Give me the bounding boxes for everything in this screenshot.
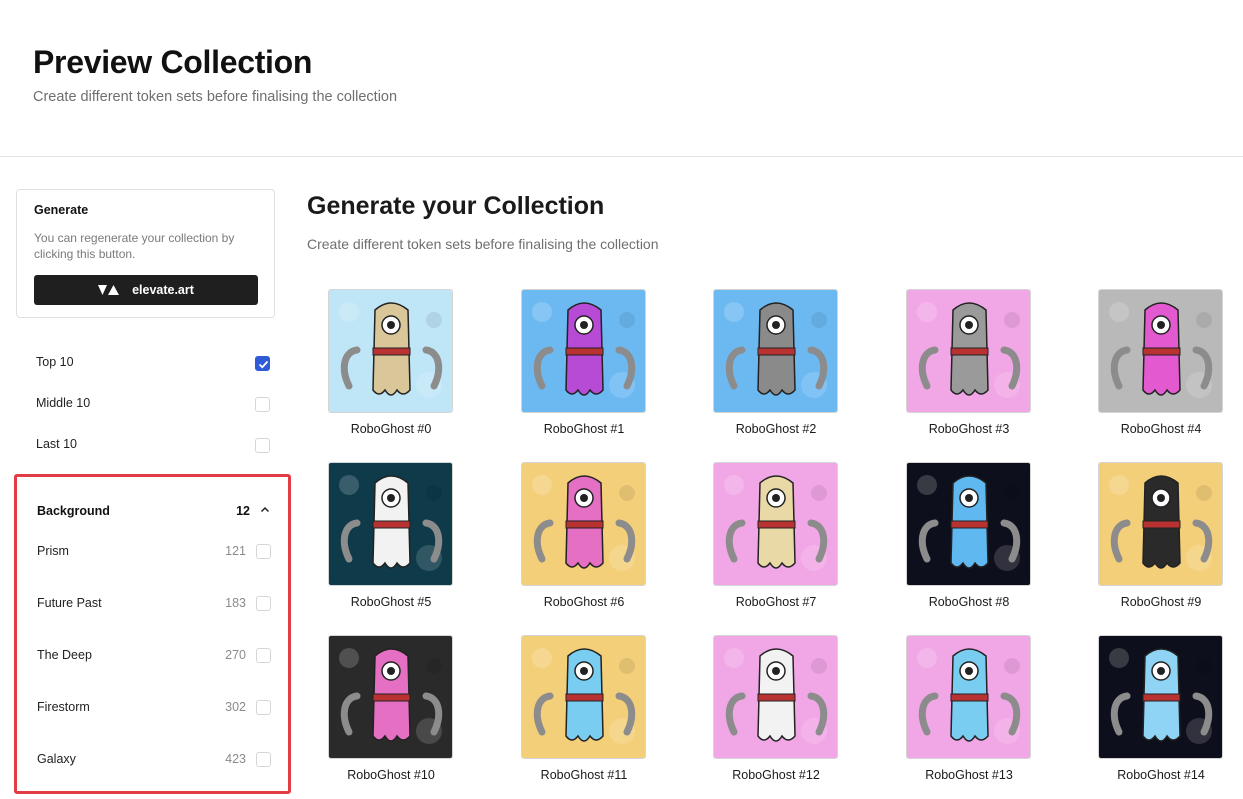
token-card[interactable]: RoboGhost #12 [700,635,840,795]
token-image [713,462,838,586]
token-name: RoboGhost #4 [1120,422,1202,436]
token-image [521,635,646,759]
background-option-row[interactable]: Prism 121 [17,538,288,564]
token-name: RoboGhost #11 [540,768,628,782]
background-option-count: 183 [225,596,246,610]
token-card[interactable]: RoboGhost #10 [315,635,455,795]
token-image [906,462,1031,586]
token-image [328,635,453,759]
token-name: RoboGhost #8 [928,595,1010,609]
page-header: Preview Collection Create different toke… [0,0,1243,157]
background-option-count: 302 [225,700,246,714]
token-name: RoboGhost #7 [735,595,817,609]
background-option-label: Prism [37,544,69,558]
rank-filter-label: Top 10 [36,355,74,369]
collection-subtitle: Create different token sets before final… [307,236,659,252]
token-card[interactable]: RoboGhost #14 [1085,635,1225,795]
token-name: RoboGhost #6 [543,595,625,609]
generate-description: You can regenerate your collection by cl… [34,231,235,261]
token-card[interactable]: RoboGhost #8 [893,462,1033,622]
background-option-count: 121 [225,544,246,558]
token-card[interactable]: RoboGhost #7 [700,462,840,622]
token-card[interactable]: RoboGhost #2 [700,289,840,449]
rank-filter-label: Last 10 [36,437,78,451]
background-option-label: The Deep [37,648,92,662]
token-card[interactable]: RoboGhost #6 [508,462,648,622]
token-card[interactable]: RoboGhost #4 [1085,289,1225,449]
token-name: RoboGhost #5 [350,595,432,609]
background-option-label: Firestorm [37,700,90,714]
token-name: RoboGhost #0 [350,422,432,436]
background-option-row[interactable]: Galaxy 423 [17,746,288,772]
generate-title: Generate [34,203,89,217]
token-card[interactable]: RoboGhost #13 [893,635,1033,795]
background-option-row[interactable]: Future Past 183 [17,590,288,616]
rank-filter-row[interactable]: Middle 10 [16,391,275,417]
rank-filter-checkbox[interactable] [255,397,270,412]
token-card[interactable]: RoboGhost #5 [315,462,455,622]
elevate-button-label: elevate.art [132,283,194,297]
token-card[interactable]: RoboGhost #0 [315,289,455,449]
elevate-logo-icon [98,285,120,295]
background-option-checkbox[interactable] [256,752,271,767]
background-option-label: Galaxy [37,752,76,766]
token-image [906,635,1031,759]
token-image [713,635,838,759]
token-image [1098,289,1223,413]
token-name: RoboGhost #10 [347,768,435,782]
background-option-checkbox[interactable] [256,700,271,715]
rank-filter-label: Middle 10 [36,396,91,410]
token-card[interactable]: RoboGhost #1 [508,289,648,449]
token-name: RoboGhost #13 [925,768,1013,782]
rank-filter-row[interactable]: Last 10 [16,432,275,458]
page-title: Preview Collection [33,44,313,80]
page-subtitle: Create different token sets before final… [33,89,398,105]
token-image [328,462,453,586]
token-image [906,289,1031,413]
token-name: RoboGhost #12 [732,768,820,782]
token-name: RoboGhost #2 [735,422,817,436]
background-option-label: Future Past [37,596,102,610]
token-name: RoboGhost #14 [1117,768,1205,782]
rank-filter-row[interactable]: Top 10 [16,350,275,376]
background-option-checkbox[interactable] [256,648,271,663]
token-image [1098,462,1223,586]
filter-trait-count: 12 [236,504,250,518]
collection-title: Generate your Collection [307,192,605,220]
background-option-checkbox[interactable] [256,544,271,559]
token-image [521,289,646,413]
token-image [713,289,838,413]
background-option-checkbox[interactable] [256,596,271,611]
token-image [1098,635,1223,759]
token-card[interactable]: RoboGhost #3 [893,289,1033,449]
background-option-row[interactable]: The Deep 270 [17,642,288,668]
token-name: RoboGhost #1 [543,422,625,436]
token-name: RoboGhost #3 [928,422,1010,436]
token-image [521,462,646,586]
token-name: RoboGhost #9 [1120,595,1202,609]
rank-filter-checkbox[interactable] [255,438,270,453]
filter-trait-name: Background [37,504,110,518]
token-image [328,289,453,413]
token-card[interactable]: RoboGhost #11 [508,635,648,795]
elevate-art-button[interactable]: elevate.art [34,275,258,305]
background-filter-panel: Background 12 Prism 121 Future Past 183 The … [14,474,291,794]
rank-filter-checkbox[interactable] [255,356,270,371]
chevron-up-icon[interactable] [260,505,270,515]
background-option-count: 270 [225,648,246,662]
generate-card: Generate You can regenerate your collect… [16,189,275,318]
token-card[interactable]: RoboGhost #9 [1085,462,1225,622]
background-option-count: 423 [225,752,246,766]
background-option-row[interactable]: Firestorm 302 [17,694,288,720]
